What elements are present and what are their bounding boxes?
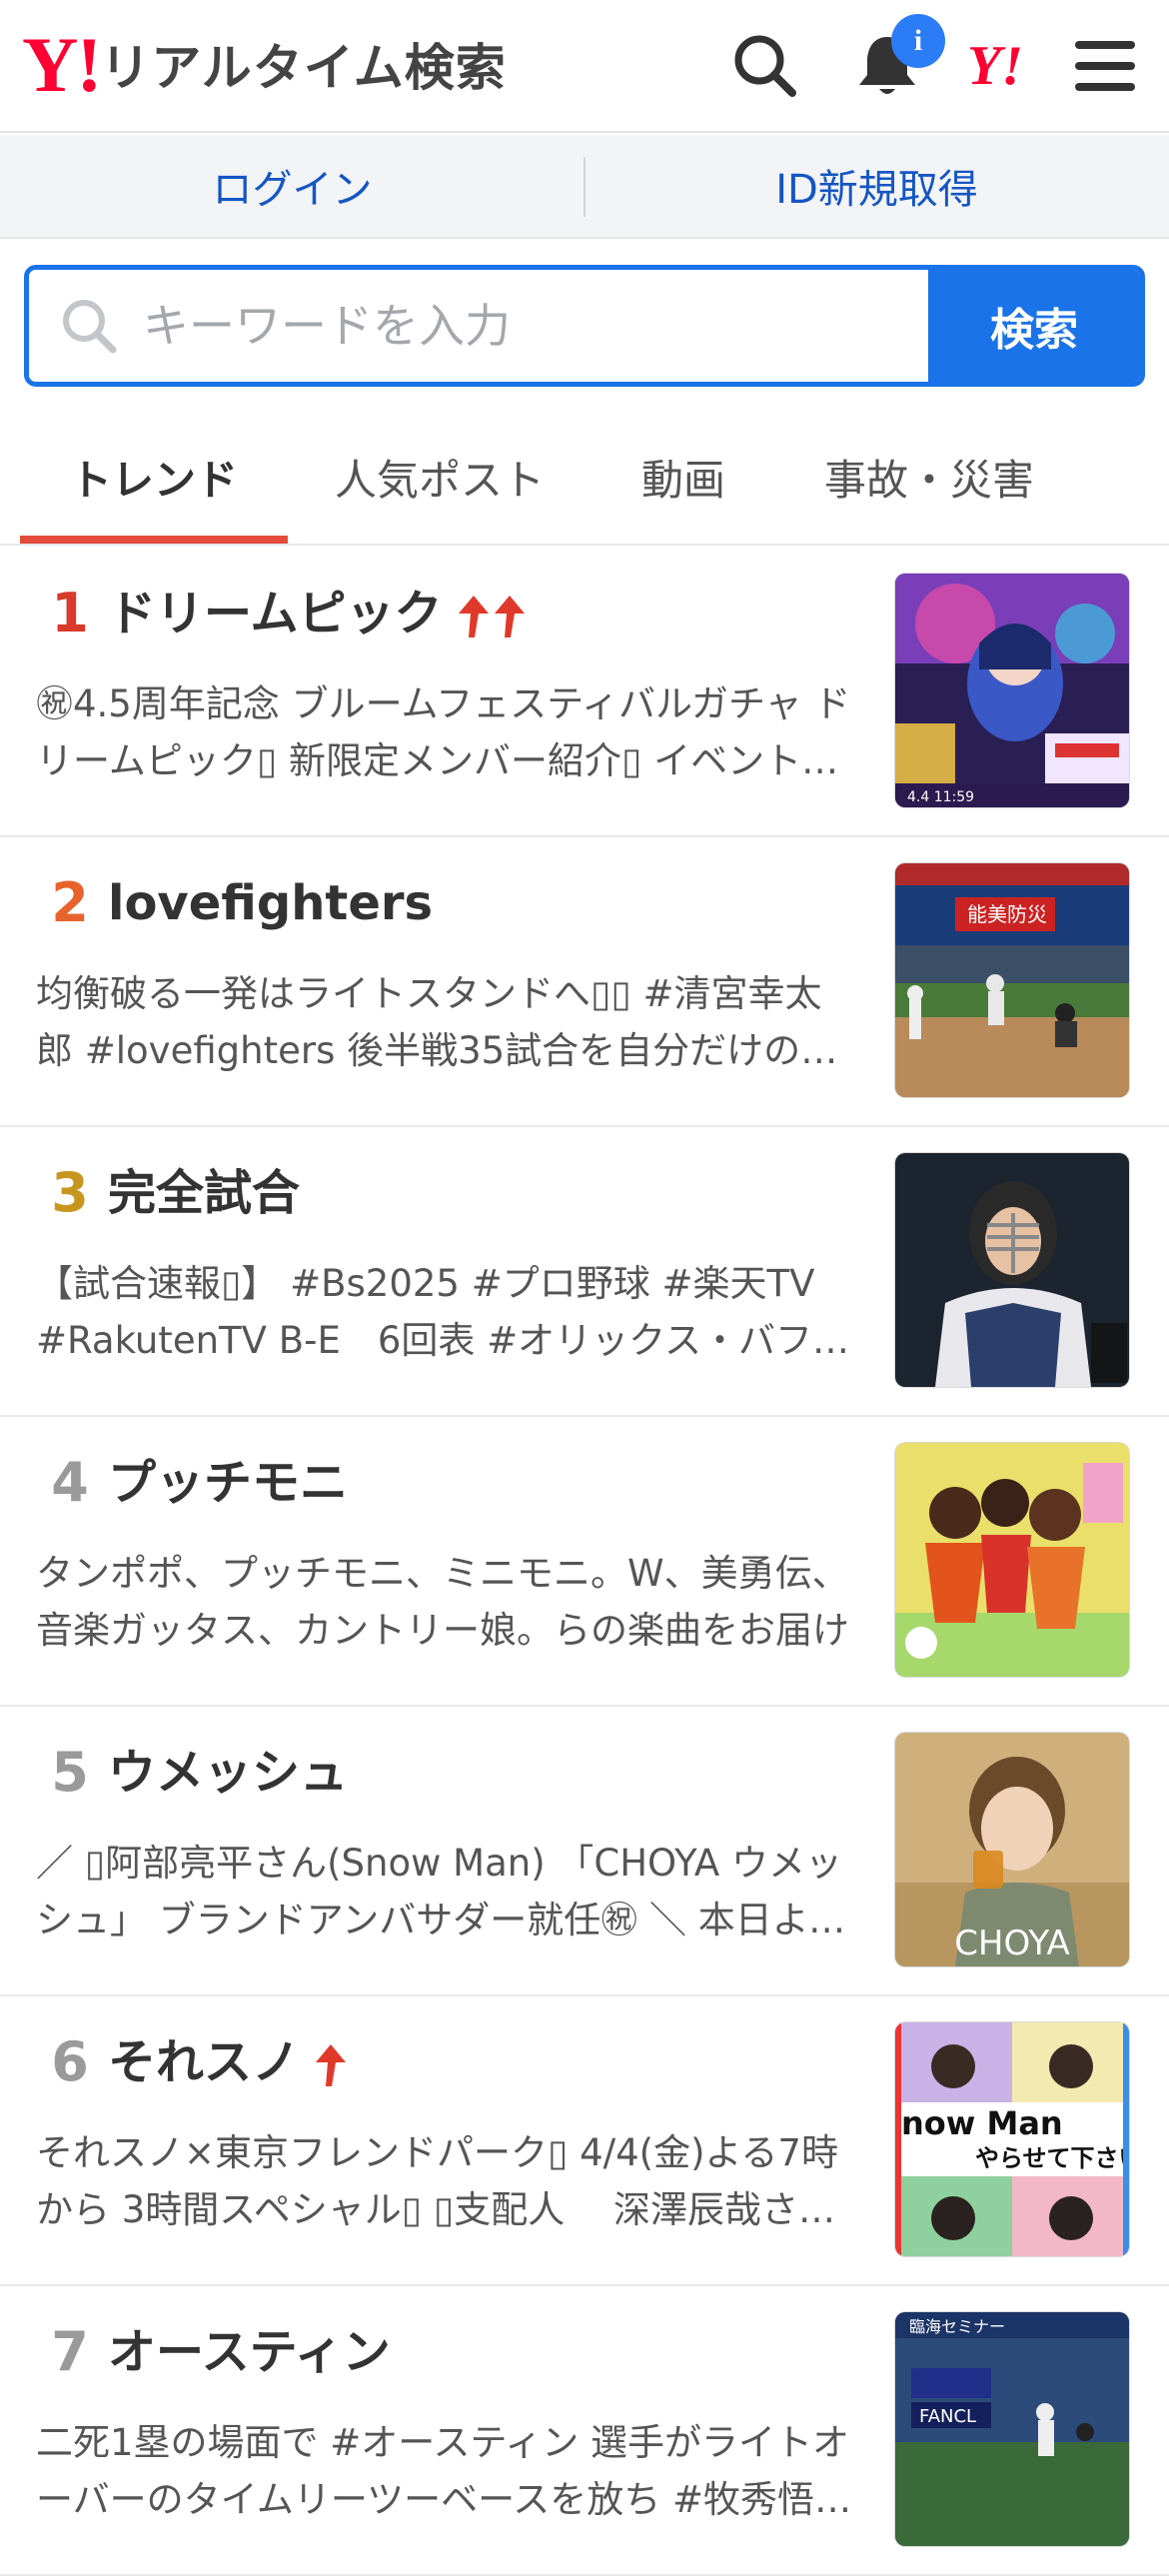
thumb-show-title: now Man	[901, 2104, 1063, 2142]
search-field-area[interactable]	[29, 270, 928, 382]
trend-title: プッチモニ	[108, 1455, 349, 1511]
thumb-banner: 能美防災	[967, 902, 1047, 926]
trend-title-wrap: ドリームピック	[108, 582, 527, 645]
trend-item-4[interactable]: 4 プッチモニ タンポポ、プッチモニ、ミニモニ。W、美勇伝、音楽ガッタス、カント…	[0, 1417, 1169, 1707]
login-link[interactable]: ログイン	[0, 135, 584, 237]
trend-description: タンポポ、プッチモニ、ミニモニ。W、美勇伝、音楽ガッタス、カントリー娘。らの楽曲…	[36, 1552, 849, 1652]
tab-accidents-disasters[interactable]: 事故・災害	[789, 408, 1069, 546]
trend-item-6[interactable]: 6 それスノ それスノ×東京フレンドパーク▯ 4/4(金)よる7時から 3時間ス…	[0, 1996, 1169, 2286]
trend-rank: 1	[51, 582, 89, 644]
yahoo-realtime-logo[interactable]: Y! リアルタイム検索	[22, 21, 507, 108]
trend-item-2[interactable]: 2 lovefighters 均衡破る一発はライトスタンドへ▯▯ #清宮幸太郎 …	[0, 837, 1169, 1127]
trend-description: ／ ▯阿部亮平さん(Snow Man) 「CHOYA ウメッシュ」 ブランドアン…	[36, 1842, 846, 1941]
thumb-caption: 4.4 11:59	[907, 789, 974, 805]
thumb-banner: 臨海セミナー	[909, 2317, 1005, 2336]
rising-arrows	[457, 594, 527, 640]
tab-trend[interactable]: トレンド	[20, 408, 288, 546]
trend-thumbnail[interactable]: 能美防災	[895, 863, 1129, 1097]
trend-description: それスノ×東京フレンドパーク▯ 4/4(金)よる7時から 3時間スペシャル▯ ▯…	[36, 2131, 838, 2231]
trend-description: 二死1塁の場面で #オースティン 選手がライトオーバーのタイムリーツーベースを放…	[36, 2421, 849, 2521]
trend-rank: 4	[51, 1451, 89, 1514]
trend-description: 均衡破る一発はライトスタンドへ▯▯ #清宮幸太郎 #lovefighters 後…	[36, 972, 838, 1072]
auth-divider	[584, 157, 585, 217]
up-arrow-icon	[458, 596, 489, 638]
trend-rank: 2	[51, 871, 89, 934]
trend-rank: 5	[51, 1741, 89, 1804]
search-form: 検索	[24, 265, 1145, 387]
trend-thumbnail[interactable]: CHOYA	[895, 1733, 1129, 1966]
thumb-show-sub: やらせて下さい	[975, 2144, 1129, 2172]
magnifier-icon	[63, 300, 117, 354]
thumb-sponsor: FANCL	[919, 2406, 976, 2427]
trend-title: ドリームピック	[108, 586, 443, 642]
rising-arrows	[314, 2042, 348, 2088]
search-icon[interactable]	[727, 28, 803, 104]
trend-item-3[interactable]: 3 完全試合 【試合速報▯】 #Bs2025 #プロ野球 #楽天TV #Raku…	[0, 1127, 1169, 1417]
up-arrow-icon	[494, 596, 525, 638]
thumb-brand: CHOYA	[954, 1924, 1070, 1963]
trend-title: 完全試合	[108, 1165, 301, 1221]
logo-text: リアルタイム検索	[100, 39, 507, 97]
trend-item-1[interactable]: 1 ドリームピック ㊗4.5周年記念 ブルームフェスティバルガチャ ドリームピッ…	[0, 548, 1169, 837]
active-tab-indicator	[20, 536, 288, 544]
trend-title: オースティン	[108, 2324, 391, 2380]
trend-item-7[interactable]: 7 オースティン 二死1塁の場面で #オースティン 選手がライトオーバーのタイム…	[0, 2286, 1169, 2576]
trend-rank: 7	[51, 2320, 89, 2383]
notification-badge[interactable]: i	[891, 14, 945, 68]
trend-title: ウメッシュ	[108, 1745, 349, 1801]
trend-description: 【試合速報▯】 #Bs2025 #プロ野球 #楽天TV #RakutenTV B…	[36, 1262, 850, 1362]
trend-rank: 6	[51, 2030, 89, 2093]
trend-thumbnail[interactable]	[895, 1443, 1129, 1677]
tab-bar: トレンド 人気ポスト 動画 事故・災害	[0, 408, 1169, 546]
auth-bar: ログイン ID新規取得	[0, 135, 1169, 239]
trend-title: lovefighters	[108, 875, 434, 931]
trend-thumbnail[interactable]: 4.4 11:59	[895, 574, 1129, 807]
register-link[interactable]: ID新規取得	[584, 135, 1169, 237]
trend-description: ㊗4.5周年記念 ブルームフェスティバルガチャ ドリームピック▯ 新限定メンバー…	[36, 682, 851, 782]
trend-thumbnail[interactable]: now Man やらせて下さい	[895, 2022, 1129, 2256]
app-header: Y! リアルタイム検索 i Y!	[0, 0, 1169, 133]
up-arrow-icon	[316, 2044, 347, 2086]
search-input[interactable]	[143, 270, 928, 382]
trend-item-5[interactable]: 5 ウメッシュ ／ ▯阿部亮平さん(Snow Man) 「CHOYA ウメッシュ…	[0, 1707, 1169, 1996]
tab-popular-posts[interactable]: 人気ポスト	[300, 408, 580, 546]
logo-mark: Y!	[22, 21, 102, 108]
trend-thumbnail[interactable]: 臨海セミナー FANCL	[895, 2312, 1129, 2546]
trend-title: それスノ	[108, 2034, 301, 2090]
trend-thumbnail[interactable]	[895, 1153, 1129, 1387]
trend-rank: 3	[51, 1161, 89, 1224]
trend-title-wrap: それスノ	[108, 2030, 348, 2094]
hamburger-menu-icon[interactable]	[1067, 28, 1143, 104]
tab-videos[interactable]: 動画	[599, 408, 767, 546]
yahoo-japan-icon[interactable]: Y!	[967, 34, 1023, 98]
search-button[interactable]: 検索	[928, 270, 1140, 382]
